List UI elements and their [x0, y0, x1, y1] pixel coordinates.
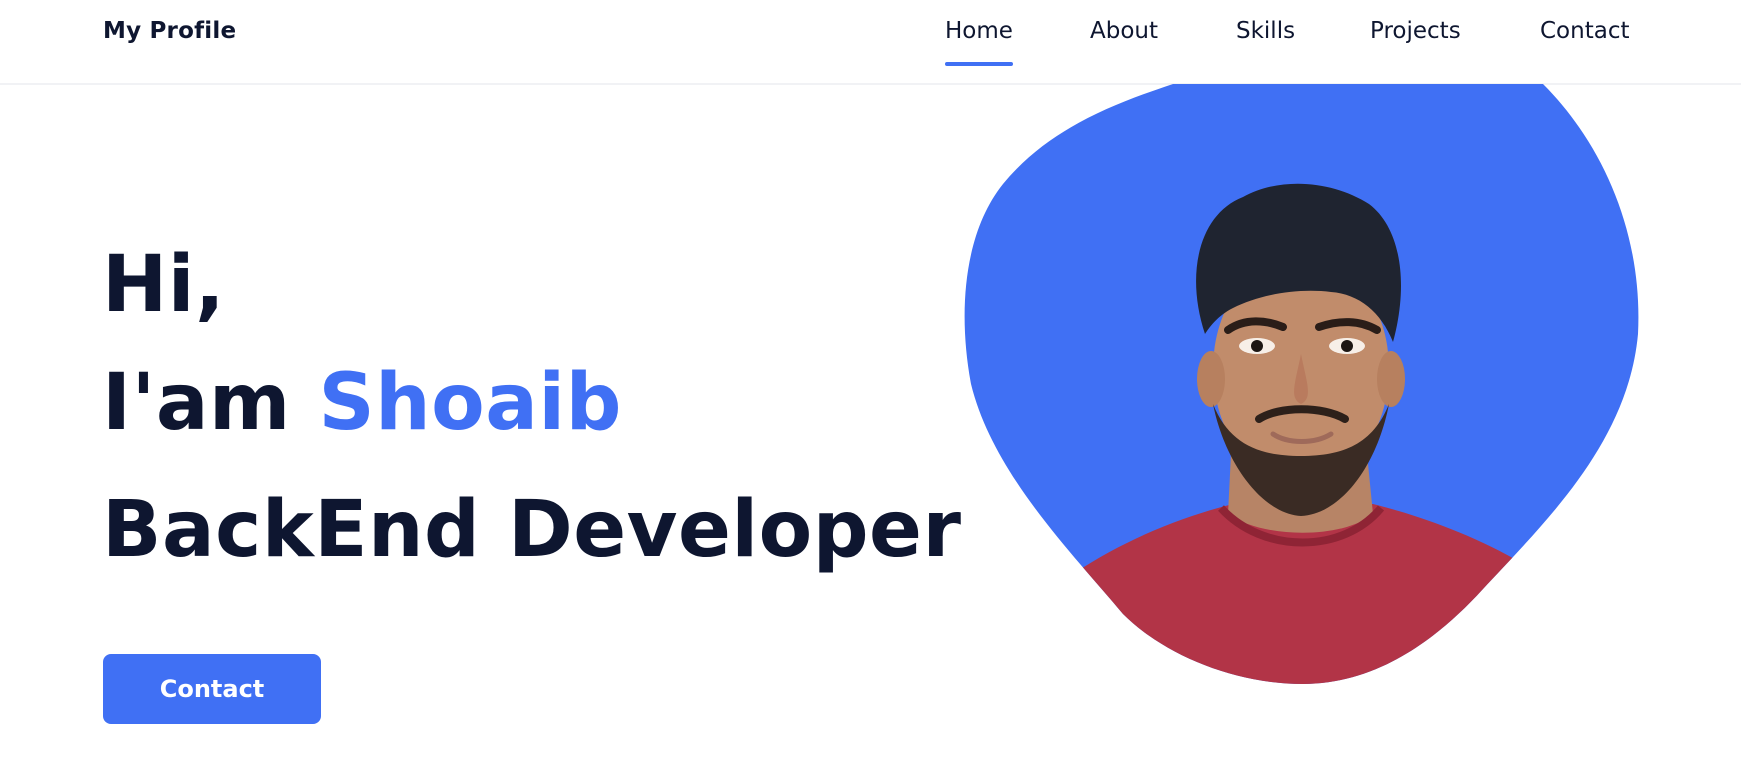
hero-intro-line: I'am Shoaib — [102, 340, 961, 467]
hero-intro: I'am — [102, 358, 291, 448]
main-nav: Home About Skills Projects Contact — [0, 18, 1741, 68]
right-ear — [1377, 351, 1405, 407]
nav-about[interactable]: About — [1090, 18, 1158, 44]
hero-name: Shoaib — [318, 358, 622, 448]
nav-contact[interactable]: Contact — [1540, 18, 1629, 44]
site-header: My Profile Home About Skills Projects Co… — [0, 0, 1741, 85]
left-pupil — [1251, 340, 1263, 352]
nav-home[interactable]: Home — [945, 18, 1013, 66]
contact-button[interactable]: Contact — [103, 654, 321, 724]
nav-projects[interactable]: Projects — [1370, 18, 1461, 44]
profile-photo — [964, 84, 1639, 684]
right-pupil — [1341, 340, 1353, 352]
left-ear — [1197, 351, 1225, 407]
hero-greeting: Hi, — [102, 240, 226, 330]
nav-skills[interactable]: Skills — [1236, 18, 1295, 44]
hero-role: BackEnd Developer — [102, 485, 962, 575]
hero-text: Hi, I'am Shoaib BackEnd Developer — [102, 230, 961, 594]
